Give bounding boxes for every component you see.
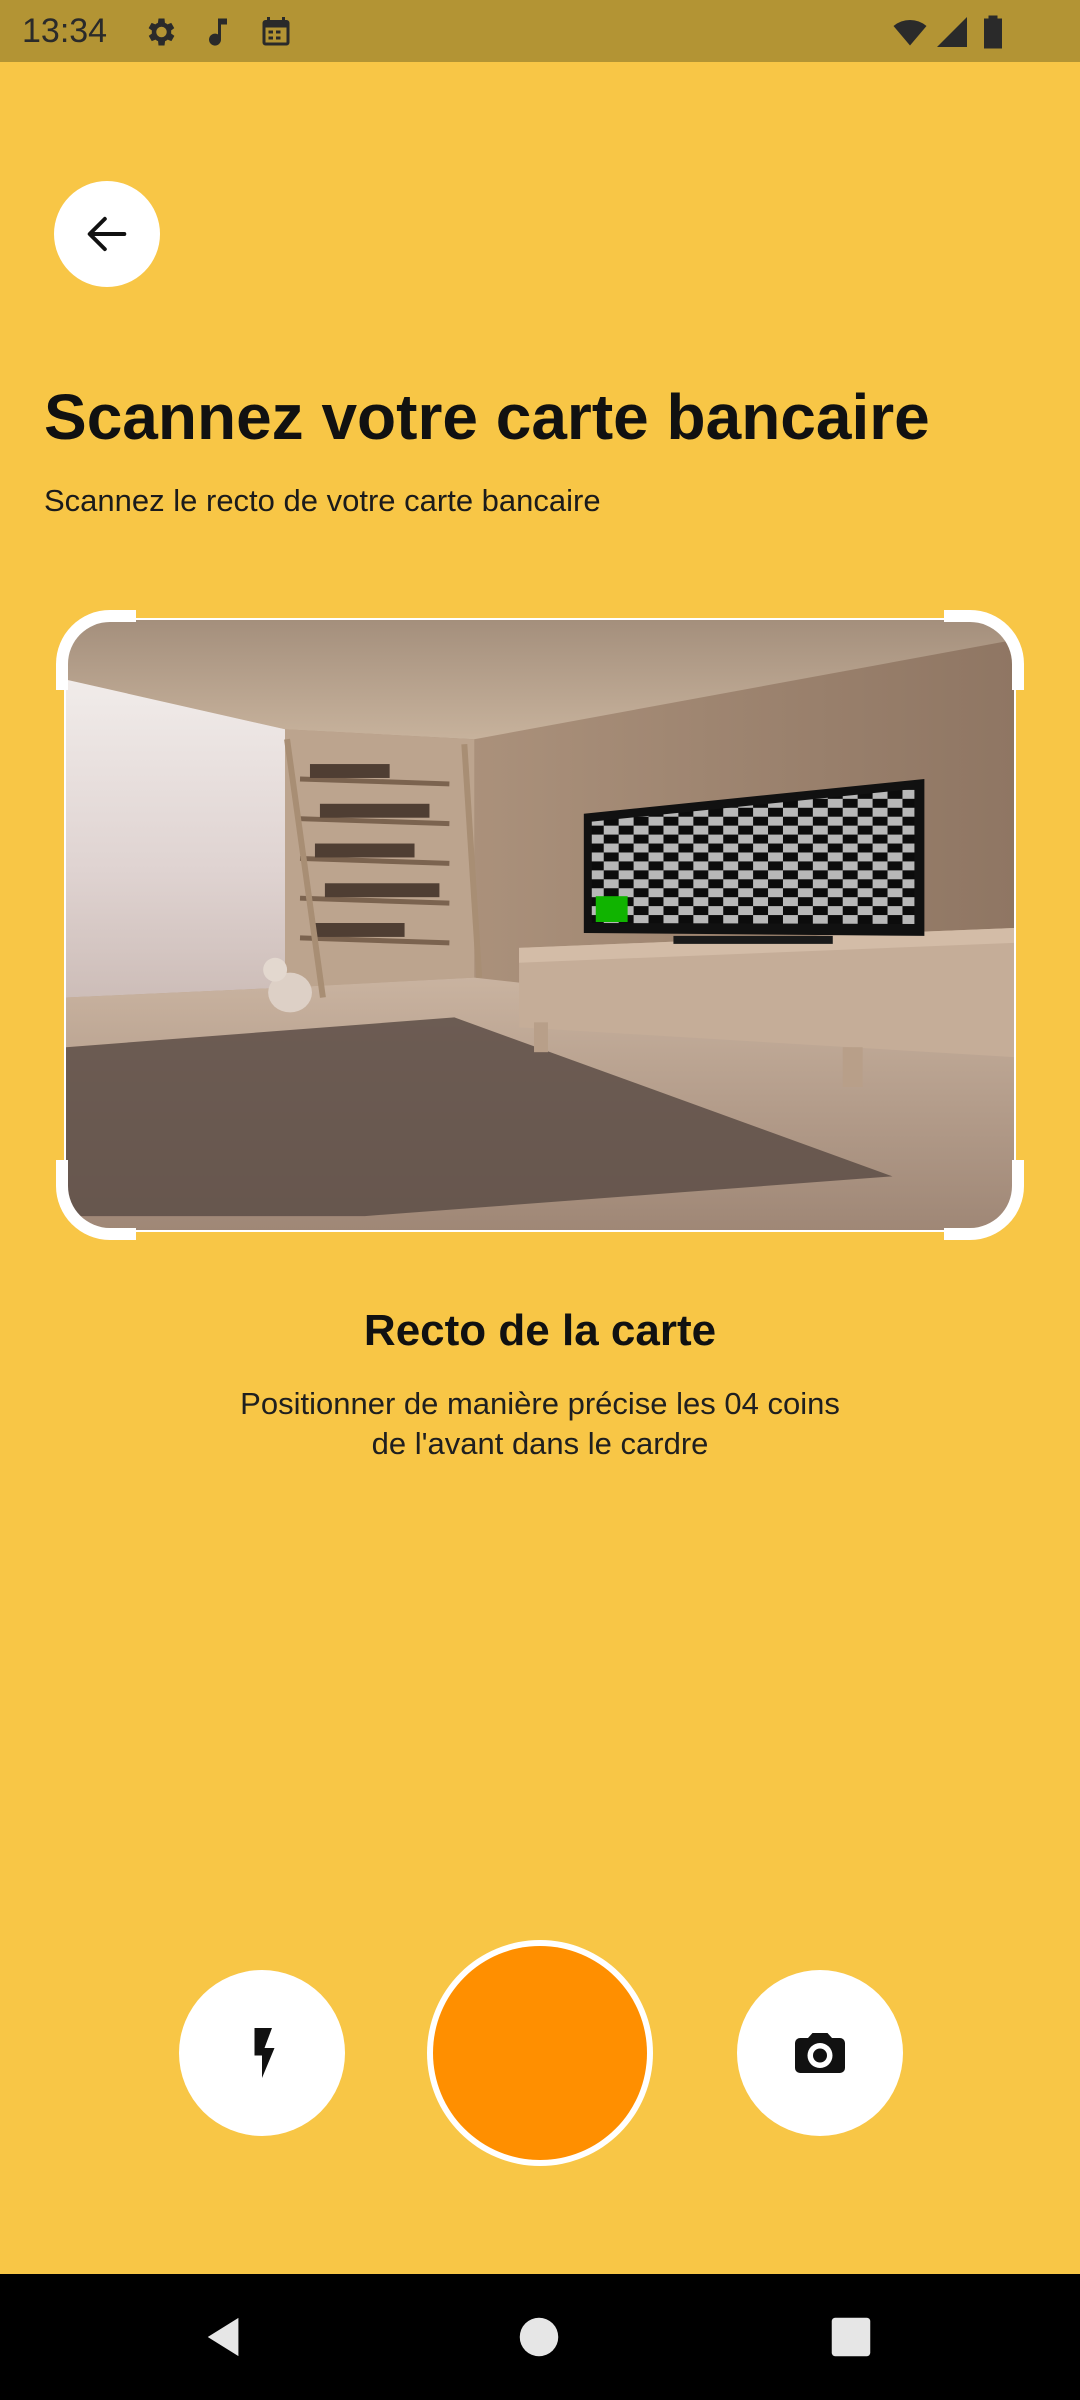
camera-preview	[64, 618, 1016, 1232]
frame-corner-top-left	[56, 610, 136, 690]
recents-square-icon[interactable]	[830, 2316, 872, 2358]
camera-preview-image	[66, 620, 1014, 1230]
system-nav-bar	[0, 2274, 1080, 2400]
switch-camera-button[interactable]	[737, 1970, 903, 2136]
shutter-button-inner	[433, 1946, 647, 2160]
arrow-left-icon	[87, 216, 127, 252]
shutter-button[interactable]	[427, 1940, 653, 2166]
frame-corner-top-right	[944, 610, 1024, 690]
frame-corner-bottom-left	[56, 1160, 136, 1240]
music-note-icon	[200, 14, 236, 50]
calendar-icon	[258, 14, 294, 50]
flash-button[interactable]	[179, 1970, 345, 2136]
status-bar: 13:34	[0, 0, 1080, 62]
camera-icon	[795, 2033, 845, 2073]
status-time: 13:34	[22, 12, 108, 50]
page-title: Scannez votre carte bancaire	[44, 381, 930, 453]
gear-icon	[142, 14, 178, 50]
signal-icon	[934, 14, 970, 50]
battery-icon	[978, 14, 1008, 50]
home-circle-icon[interactable]	[518, 2316, 560, 2358]
page-subtitle: Scannez le recto de votre carte bancaire	[44, 483, 601, 518]
flash-icon	[254, 2028, 275, 2078]
wifi-icon	[890, 14, 930, 50]
scan-frame	[56, 610, 1024, 1240]
frame-corner-bottom-right	[944, 1160, 1024, 1240]
back-triangle-icon[interactable]	[202, 2314, 248, 2360]
card-side-instructions: Positionner de manière précise les 04 co…	[240, 1386, 840, 1461]
back-button[interactable]	[54, 181, 160, 287]
card-side-title: Recto de la carte	[363, 1306, 717, 1355]
